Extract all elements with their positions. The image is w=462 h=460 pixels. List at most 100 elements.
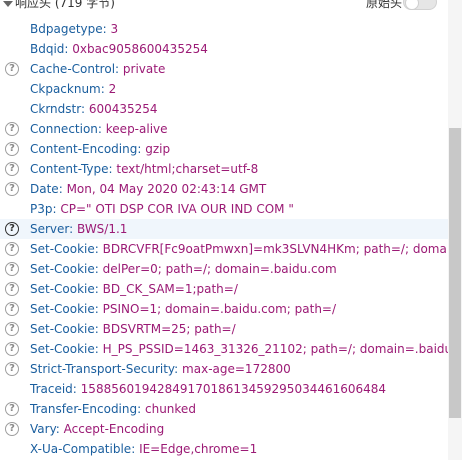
header-entry: Bdpagetype: 3: [30, 19, 118, 39]
header-separator: :: [94, 282, 99, 296]
header-entry: X-Ua-Compatible: IE=Edge,chrome=1: [30, 439, 257, 459]
header-name: Set-Cookie: [30, 242, 95, 256]
headers-list: Bdpagetype: 3 Bdqid: 0xbac9058600435254? C…: [0, 19, 462, 459]
question-circle-icon[interactable]: ?: [5, 322, 19, 336]
header-name: Traceid: [30, 382, 73, 396]
question-circle-icon[interactable]: ?: [5, 282, 19, 296]
header-row[interactable]: Bdpagetype: 3: [0, 19, 448, 39]
header-row[interactable]: ? Set-Cookie: BDRCVFR[Fc9oatPmwxn]=mk3SLV…: [0, 239, 462, 259]
question-circle-icon[interactable]: ?: [5, 162, 19, 176]
header-value: H_PS_PSSID=1463_31326_21102; path=/; dom…: [102, 342, 462, 356]
header-row[interactable]: ? Content-Encoding: gzip: [0, 139, 448, 159]
header-entry: Set-Cookie: delPer=0; path=/; domain=.ba…: [30, 259, 337, 279]
header-row[interactable]: ? Cache-Control: private: [0, 59, 448, 79]
header-separator: :: [94, 242, 99, 256]
header-value: BWS/1.1: [77, 222, 128, 236]
header-value: BDRCVFR[Fc9oatPmwxn]=mk3SLVN4HKm; path=/…: [102, 242, 462, 256]
question-circle-icon[interactable]: ?: [5, 402, 19, 416]
header-entry: Content-Type: text/html;charset=utf-8: [30, 159, 258, 179]
header-name: Strict-Transport-Security: [30, 362, 175, 376]
header-separator: :: [55, 422, 60, 436]
question-circle-icon[interactable]: ?: [5, 242, 19, 256]
header-name: Set-Cookie: [30, 322, 95, 336]
question-circle-icon[interactable]: ?: [5, 62, 19, 76]
header-row[interactable]: Bdqid: 0xbac9058600435254: [0, 39, 448, 59]
header-value: 600435254: [88, 102, 158, 116]
header-entry: Vary: Accept-Encoding: [30, 419, 164, 439]
header-row[interactable]: ? Strict-Transport-Security: max-age=1728…: [0, 359, 448, 379]
header-row[interactable]: ? Transfer-Encoding: chunked: [0, 399, 448, 419]
question-circle-icon[interactable]: ?: [5, 222, 19, 236]
header-entry: Strict-Transport-Security: max-age=17280…: [30, 359, 291, 379]
header-row[interactable]: X-Ua-Compatible: IE=Edge,chrome=1: [0, 439, 448, 459]
header-value: text/html;charset=utf-8: [116, 162, 259, 176]
header-value: max-age=172800: [182, 362, 291, 376]
header-row[interactable]: ? Set-Cookie: BDSVRTM=25; path=/: [0, 319, 448, 339]
section-title: 响应头 (719 字节): [15, 0, 115, 10]
header-name: Set-Cookie: [30, 302, 95, 316]
header-value: 2: [108, 82, 117, 96]
header-row[interactable]: Traceid: 1588560194284917018613459295034…: [0, 379, 448, 399]
header-row[interactable]: P3p: CP=" OTI DSP COR IVA OUR IND COM ": [0, 199, 448, 219]
response-headers-panel: 响应头 (719 字节) 原始头 Bdpagetype: 3 Bdqid: 0xb…: [0, 0, 462, 460]
header-separator: :: [174, 362, 179, 376]
header-row[interactable]: ? Set-Cookie: BD_CK_SAM=1;path=/: [0, 279, 448, 299]
response-headers-section-header[interactable]: 响应头 (719 字节) 原始头: [0, 0, 448, 14]
header-name: Vary: [30, 422, 56, 436]
header-name: Date: [30, 182, 59, 196]
chevron-down-icon[interactable]: [3, 1, 13, 7]
header-name: Cache-Control: [30, 62, 116, 76]
question-circle-icon[interactable]: ?: [5, 422, 19, 436]
header-entry: Cache-Control: private: [30, 59, 165, 79]
header-value: Mon, 04 May 2020 02:43:14 GMT: [66, 182, 267, 196]
scrollbar-thumb[interactable]: [449, 128, 461, 418]
header-row[interactable]: ? Connection: keep-alive: [0, 119, 448, 139]
header-separator: :: [72, 382, 77, 396]
header-name: Ckrndstr: [30, 102, 81, 116]
header-entry: Traceid: 1588560194284917018613459295034…: [30, 379, 386, 399]
header-name: Set-Cookie: [30, 262, 95, 276]
question-circle-icon[interactable]: ?: [5, 262, 19, 276]
header-name: Set-Cookie: [30, 342, 95, 356]
header-separator: :: [69, 222, 74, 236]
question-circle-icon[interactable]: ?: [5, 362, 19, 376]
header-entry: Server: BWS/1.1: [30, 219, 127, 239]
header-entry: Date: Mon, 04 May 2020 02:43:14 GMT: [30, 179, 266, 199]
header-entry: Set-Cookie: PSINO=1; domain=.baidu.com; …: [30, 299, 336, 319]
header-row[interactable]: ? Set-Cookie: H_PS_PSSID=1463_31326_21102…: [0, 339, 462, 359]
header-name: Server: [30, 222, 70, 236]
header-separator: :: [94, 322, 99, 336]
toggle-knob: [405, 0, 419, 10]
header-name: X-Ua-Compatible: [30, 442, 132, 456]
header-entry: Set-Cookie: H_PS_PSSID=1463_31326_21102;…: [30, 339, 462, 359]
header-row[interactable]: ? Set-Cookie: PSINO=1; domain=.baidu.com;…: [0, 299, 448, 319]
header-value: private: [122, 62, 166, 76]
header-row[interactable]: Ckrndstr: 600435254: [0, 99, 448, 119]
question-circle-icon[interactable]: ?: [5, 122, 19, 136]
header-name: Content-Encoding: [30, 142, 138, 156]
header-row[interactable]: ? Content-Type: text/html;charset=utf-8: [0, 159, 448, 179]
question-circle-icon[interactable]: ?: [5, 142, 19, 156]
header-value: PSINO=1; domain=.baidu.com; path=/: [102, 302, 337, 316]
question-circle-icon[interactable]: ?: [5, 302, 19, 316]
header-row[interactable]: ? Server: BWS/1.1: [0, 219, 448, 239]
header-separator: :: [80, 102, 85, 116]
header-separator: :: [64, 42, 69, 56]
header-row[interactable]: ? Date: Mon, 04 May 2020 02:43:14 GMT: [0, 179, 448, 199]
header-separator: :: [137, 142, 142, 156]
header-separator: :: [108, 162, 113, 176]
header-separator: :: [100, 82, 105, 96]
header-separator: :: [94, 262, 99, 276]
raw-headers-toggle[interactable]: [403, 0, 437, 10]
header-name: Set-Cookie: [30, 282, 95, 296]
header-entry: Transfer-Encoding: chunked: [30, 399, 196, 419]
header-name: Bdqid: [30, 42, 65, 56]
question-circle-icon[interactable]: ?: [5, 342, 19, 356]
header-row[interactable]: ? Vary: Accept-Encoding: [0, 419, 448, 439]
header-entry: Set-Cookie: BD_CK_SAM=1;path=/: [30, 279, 238, 299]
vertical-scrollbar[interactable]: [448, 0, 462, 460]
question-circle-icon[interactable]: ?: [5, 182, 19, 196]
header-value: CP=" OTI DSP COR IVA OUR IND COM ": [60, 202, 294, 216]
header-row[interactable]: Ckpacknum: 2: [0, 79, 448, 99]
header-row[interactable]: ? Set-Cookie: delPer=0; path=/; domain=.b…: [0, 259, 448, 279]
